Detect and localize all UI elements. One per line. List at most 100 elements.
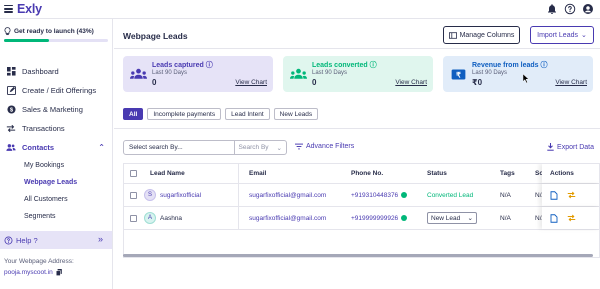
lead-phone[interactable]: +919310448376 xyxy=(351,192,398,199)
sidebar-subitem-segments[interactable]: Segments xyxy=(0,208,112,225)
transfer-icon[interactable] xyxy=(567,191,576,199)
dashboard-icon xyxy=(6,67,16,77)
whatsapp-icon[interactable] xyxy=(401,192,408,198)
stat-revenue-from-leads: ₹ Revenue from leads ⓘ Last 90 Days ₹0 V… xyxy=(443,56,593,92)
filter-icon xyxy=(295,143,303,150)
row-checkbox[interactable] xyxy=(130,191,137,199)
help-circle-icon[interactable] xyxy=(564,3,576,15)
webpage-address-link[interactable]: pooja.myscoot.in xyxy=(4,269,53,276)
hamburger-menu-icon[interactable] xyxy=(4,5,13,13)
sidebar-item-label: Sales & Marketing xyxy=(22,105,83,114)
stat-subtitle: Last 90 Days xyxy=(152,70,188,76)
sidebar-subitem-webpage-leads[interactable]: Webpage Leads xyxy=(0,174,112,191)
lead-phone[interactable]: +919999999926 xyxy=(351,215,398,222)
info-icon[interactable]: ⓘ xyxy=(206,62,213,69)
chip-all[interactable]: All xyxy=(123,108,144,120)
lead-name[interactable]: Aashna xyxy=(160,215,182,222)
help-bar[interactable]: Help ? » xyxy=(0,231,112,249)
sidebar-subitem-all-customers[interactable]: All Customers xyxy=(0,191,112,208)
chip-new-leads[interactable]: New Leads xyxy=(273,108,319,120)
view-chart-link[interactable]: View Chart xyxy=(555,79,587,86)
stat-title: Revenue from leads ⓘ xyxy=(472,62,548,69)
bell-icon[interactable] xyxy=(546,3,558,15)
sidebar-item-sales-marketing[interactable]: $ Sales & Marketing xyxy=(0,100,112,119)
search-by-select[interactable]: Search By ⌄ xyxy=(233,141,286,154)
top-bar: Exly xyxy=(0,0,600,19)
users-group-icon xyxy=(129,65,147,83)
note-icon[interactable] xyxy=(550,213,558,223)
download-icon xyxy=(547,143,554,151)
lead-name[interactable]: sugarfixofficial xyxy=(160,192,201,199)
users-group-icon xyxy=(289,65,307,83)
export-data-button[interactable]: Export Data xyxy=(547,143,594,151)
leads-table: Lead Name Email Phone No. Status Tags So… xyxy=(123,163,600,258)
lightbulb-icon xyxy=(4,27,11,36)
transactions-icon xyxy=(6,124,16,134)
table-row[interactable]: A Aashna sugarfixofficial@gmail.com +919… xyxy=(124,207,599,230)
advance-filters-label: Advance Filters xyxy=(306,143,355,150)
help-label: Help ? xyxy=(16,235,38,245)
col-actions: Actions xyxy=(542,164,599,183)
import-leads-button[interactable]: Import Leads ⌄ xyxy=(530,26,594,44)
sidebar-item-offerings[interactable]: Create / Edit Offerings xyxy=(0,81,112,100)
launch-status[interactable]: Get ready to launch (43%) xyxy=(4,27,94,36)
col-tags[interactable]: Tags xyxy=(490,164,515,183)
sidebar-item-contacts[interactable]: Contacts ⌃ xyxy=(0,138,112,157)
search-input[interactable]: Select search By... xyxy=(124,144,234,151)
lead-email[interactable]: sugarfixofficial@gmail.com xyxy=(249,192,326,199)
stat-value: 0 xyxy=(312,78,317,87)
avatar: A xyxy=(144,212,156,224)
sidebar-subitem-my-bookings[interactable]: My Bookings xyxy=(0,157,112,174)
chip-incomplete-payments[interactable]: Incomplete payments xyxy=(147,108,222,120)
row-checkbox[interactable] xyxy=(130,214,137,222)
advance-filters-button[interactable]: Advance Filters xyxy=(295,143,354,150)
select-all-checkbox[interactable] xyxy=(130,170,137,177)
info-icon[interactable]: ⓘ xyxy=(370,62,377,69)
main-content: Webpage Leads Manage Columns Import Lead… xyxy=(114,19,600,289)
svg-text:₹: ₹ xyxy=(456,70,461,79)
sidebar-item-dashboard[interactable]: Dashboard xyxy=(0,62,112,81)
horizontal-scrollbar[interactable] xyxy=(123,254,593,257)
lead-email[interactable]: sugarfixofficial@gmail.com xyxy=(249,215,326,222)
mouse-cursor-icon xyxy=(523,74,529,83)
launch-progress-fill xyxy=(4,39,49,42)
launch-progress-bar xyxy=(4,39,108,42)
search-bar: Select search By... Search By ⌄ xyxy=(123,140,287,155)
view-chart-link[interactable]: View Chart xyxy=(395,79,427,86)
chevron-up-icon[interactable]: ⌃ xyxy=(98,143,105,152)
lead-status: New Lead xyxy=(431,214,461,222)
lead-tags: N/A xyxy=(500,214,511,222)
table-row[interactable]: S sugarfixofficial sugarfixofficial@gmai… xyxy=(124,184,599,207)
col-lead-name[interactable]: Lead Name xyxy=(150,164,185,183)
lead-tags: N/A xyxy=(500,191,511,199)
filter-chips: All Incomplete payments Lead Intent New … xyxy=(123,108,319,120)
lead-status-select[interactable]: New Lead ⌄ xyxy=(427,212,477,224)
chevron-down-icon: ⌄ xyxy=(276,144,282,152)
manage-columns-button[interactable]: Manage Columns xyxy=(443,26,520,44)
revenue-icon: ₹ xyxy=(449,65,467,83)
col-phone[interactable]: Phone No. xyxy=(341,164,383,183)
col-so[interactable]: So xyxy=(525,164,543,183)
view-chart-link[interactable]: View Chart xyxy=(235,79,267,86)
contacts-icon xyxy=(6,143,16,153)
export-data-label: Export Data xyxy=(557,143,594,151)
webpage-address-label: Your Webpage Address: xyxy=(4,258,74,265)
col-status[interactable]: Status xyxy=(417,164,447,183)
avatar: S xyxy=(144,189,156,201)
collapse-sidebar-icon[interactable]: » xyxy=(98,234,103,244)
stat-title: Leads captured ⓘ xyxy=(152,62,213,69)
sidebar-item-transactions[interactable]: Transactions xyxy=(0,119,112,138)
transfer-icon[interactable] xyxy=(567,214,576,222)
note-icon[interactable] xyxy=(550,190,558,200)
whatsapp-icon[interactable] xyxy=(401,215,408,221)
stat-title: Leads converted ⓘ xyxy=(312,62,377,69)
col-email[interactable]: Email xyxy=(238,164,266,183)
stat-value: ₹0 xyxy=(472,78,483,87)
info-icon[interactable]: ⓘ xyxy=(540,62,547,69)
stat-leads-converted: Leads converted ⓘ Last 90 Days 0 View Ch… xyxy=(283,56,433,92)
account-icon[interactable] xyxy=(582,3,594,15)
lead-status: Converted Lead xyxy=(427,191,474,199)
copy-icon[interactable] xyxy=(55,269,62,276)
exly-logo[interactable]: Exly xyxy=(17,2,42,16)
chip-lead-intent[interactable]: Lead Intent xyxy=(225,108,270,120)
